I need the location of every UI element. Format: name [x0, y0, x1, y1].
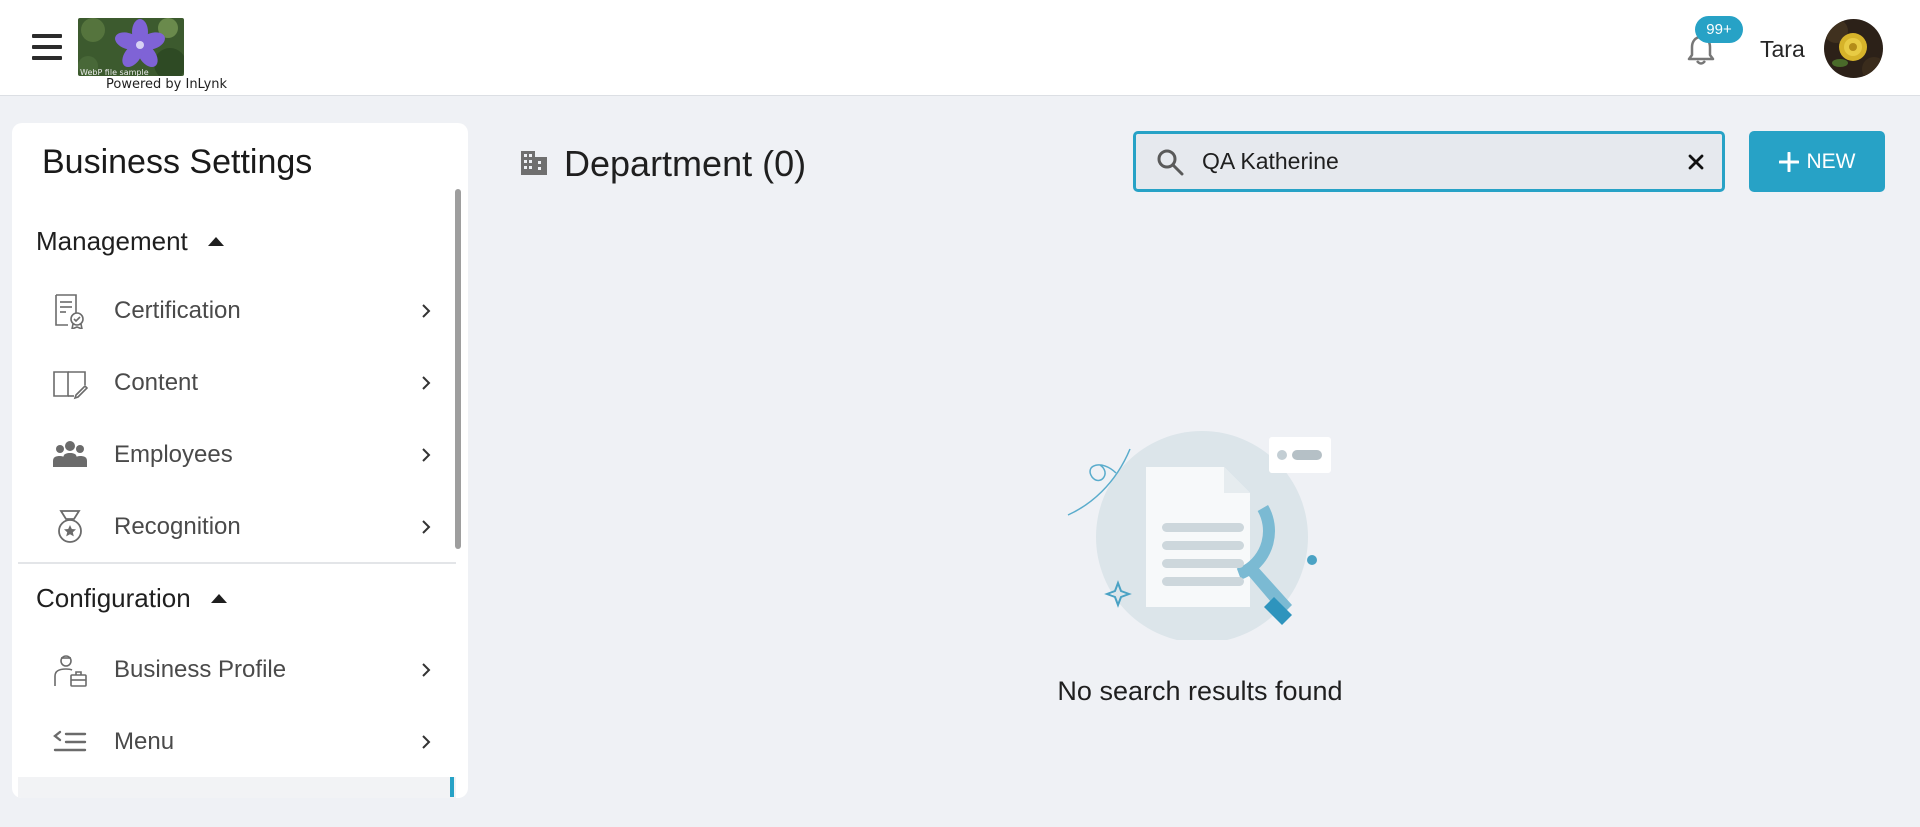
sidebar-item-content[interactable]: Content: [26, 352, 446, 414]
chevron-right-icon: [420, 375, 432, 391]
section-management-toggle[interactable]: Management: [36, 224, 224, 258]
section-configuration-label: Configuration: [36, 582, 191, 613]
group-icon: [52, 437, 88, 473]
sidebar-item-menu[interactable]: Menu: [26, 711, 446, 773]
company-logo[interactable]: WebP file sample: [78, 18, 184, 76]
search-input[interactable]: [1202, 144, 1642, 178]
sidebar-item-label: Recognition: [114, 513, 241, 540]
sidebar-item-label: Content: [114, 369, 199, 396]
book-edit-icon: [52, 365, 89, 401]
new-button-label: NEW: [1806, 149, 1856, 173]
logo-caption: WebP file sample: [80, 68, 149, 76]
avatar[interactable]: [1824, 19, 1883, 78]
chevron-right-icon: [420, 734, 432, 750]
chevron-right-icon: [420, 519, 432, 535]
certificate-icon: [52, 293, 88, 331]
sidebar-item-label: Menu: [114, 728, 175, 755]
caret-up-icon: [210, 593, 227, 603]
close-icon[interactable]: [1686, 152, 1706, 172]
sidebar-title: Business Settings: [42, 143, 313, 181]
empty-state-illustration: [1060, 425, 1340, 643]
sidebar-item-recognition[interactable]: Recognition: [26, 496, 446, 558]
search-box: [1133, 131, 1725, 192]
caret-up-icon: [207, 236, 224, 246]
chevron-right-icon: [420, 662, 432, 678]
chevron-right-icon: [420, 303, 432, 319]
section-configuration-toggle[interactable]: Configuration: [36, 581, 227, 615]
page-title: Department (0): [564, 143, 807, 184]
section-management-label: Management: [36, 225, 188, 256]
business-profile-icon: [52, 652, 88, 688]
section-divider: [18, 562, 456, 564]
menu-list-icon: [52, 724, 88, 760]
search-icon: [1156, 148, 1184, 176]
sidebar-item-certification[interactable]: Certification: [26, 280, 446, 342]
chevron-right-icon: [420, 447, 432, 463]
medal-icon: [52, 509, 88, 545]
business-settings-sidebar: Business Settings Management Certificati…: [12, 123, 468, 798]
new-button[interactable]: NEW: [1749, 131, 1885, 192]
sidebar-item-business-profile[interactable]: Business Profile: [26, 639, 446, 701]
powered-by-text: Powered by InLynk: [106, 77, 228, 92]
sidebar-item-label: Employees: [114, 441, 233, 468]
sidebar-scrollbar[interactable]: [455, 189, 461, 549]
sidebar-item-label: Certification: [114, 297, 241, 324]
empty-state-message: No search results found: [1057, 676, 1343, 706]
notification-badge: 99+: [1695, 16, 1743, 43]
sidebar-item-employees[interactable]: Employees: [26, 424, 446, 486]
sidebar-item-partial[interactable]: [18, 777, 456, 798]
active-indicator: [450, 777, 454, 797]
building-icon: [520, 150, 548, 176]
hamburger-menu-icon[interactable]: [30, 34, 64, 62]
username[interactable]: Tara: [1760, 36, 1805, 63]
top-bar: WebP file sample Powered by InLynk 99+ T…: [0, 0, 1920, 96]
sidebar-item-label: Business Profile: [114, 656, 287, 683]
plus-icon: [1778, 151, 1799, 172]
